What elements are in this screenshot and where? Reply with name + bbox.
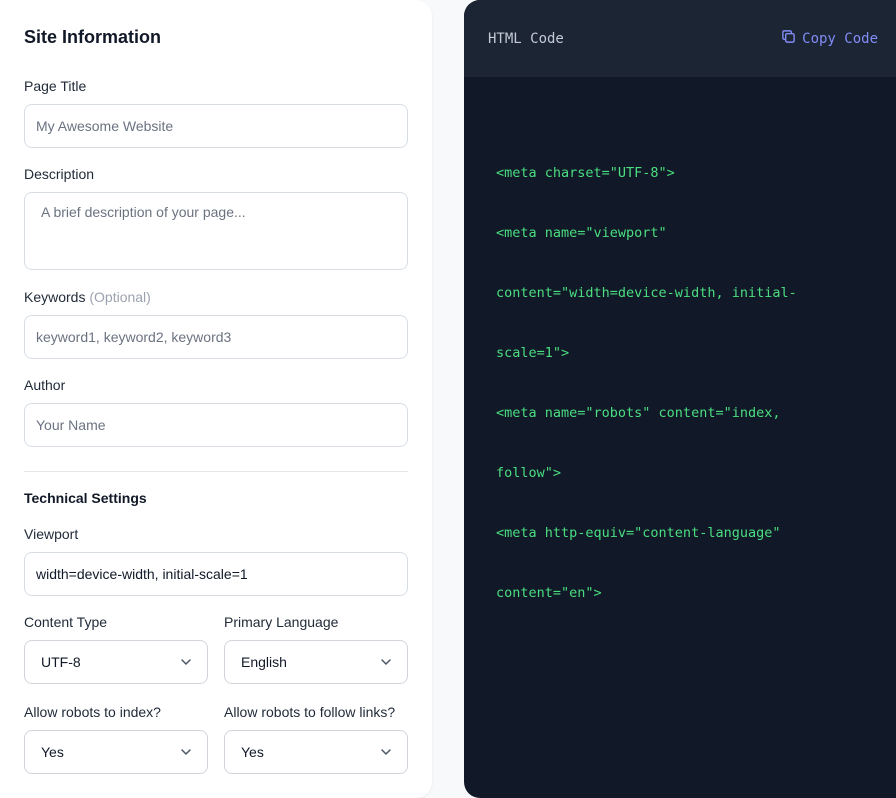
code-line: <meta name="robots" content="index, bbox=[496, 405, 781, 421]
robots-index-label: Allow robots to index? bbox=[24, 704, 161, 720]
copy-icon bbox=[781, 29, 796, 48]
code-panel-header: HTML Code Copy Code bbox=[464, 0, 896, 77]
copy-code-label: Copy Code bbox=[802, 30, 878, 47]
code-panel: HTML Code Copy Code <meta charset="UTF-8… bbox=[464, 0, 896, 798]
language-value: English bbox=[241, 654, 287, 670]
chevron-down-icon bbox=[381, 657, 391, 667]
content-type-label: Content Type bbox=[24, 614, 108, 630]
language-select[interactable]: English bbox=[224, 640, 408, 684]
section-divider bbox=[24, 471, 408, 472]
code-line: content="en"> bbox=[496, 585, 602, 601]
robots-index-select[interactable]: Yes bbox=[24, 730, 208, 774]
chevron-down-icon bbox=[181, 657, 191, 667]
code-line: <meta http-equiv="content-language" bbox=[496, 525, 781, 541]
chevron-down-icon bbox=[381, 747, 391, 757]
optional-hint: (Optional) bbox=[89, 289, 151, 305]
code-line: scale=1"> bbox=[496, 345, 570, 361]
code-line: <meta charset="UTF-8"> bbox=[496, 165, 675, 181]
author-label: Author bbox=[24, 377, 66, 393]
keywords-label: Keywords (Optional) bbox=[24, 289, 151, 305]
content-type-select[interactable]: UTF-8 bbox=[24, 640, 208, 684]
language-label: Primary Language bbox=[224, 614, 339, 630]
page-title-label: Page Title bbox=[24, 78, 87, 94]
robots-follow-label: Allow robots to follow links? bbox=[224, 704, 396, 720]
technical-settings-title: Technical Settings bbox=[24, 490, 147, 506]
description-label: Description bbox=[24, 166, 95, 182]
keywords-label-text: Keywords bbox=[24, 289, 86, 305]
viewport-label: Viewport bbox=[24, 526, 79, 542]
content-type-value: UTF-8 bbox=[41, 654, 81, 670]
code-panel-title: HTML Code bbox=[488, 30, 564, 47]
robots-follow-select[interactable]: Yes bbox=[224, 730, 408, 774]
site-info-form: Site Information Page Title Description … bbox=[0, 0, 432, 798]
chevron-down-icon bbox=[181, 747, 191, 757]
description-input[interactable] bbox=[24, 192, 408, 270]
robots-follow-value: Yes bbox=[241, 744, 264, 760]
code-line: <meta name="viewport" bbox=[496, 225, 667, 241]
code-line: follow"> bbox=[496, 465, 562, 481]
section-title: Site Information bbox=[24, 27, 162, 47]
page-title-input[interactable] bbox=[24, 104, 408, 148]
robots-index-value: Yes bbox=[41, 744, 64, 760]
copy-code-button[interactable]: Copy Code bbox=[781, 29, 878, 48]
code-line: content="width=device-width, initial- bbox=[496, 285, 797, 301]
viewport-input[interactable] bbox=[24, 552, 408, 596]
author-input[interactable] bbox=[24, 403, 408, 447]
code-output: <meta charset="UTF-8"> <meta name="viewp… bbox=[496, 123, 836, 643]
keywords-input[interactable] bbox=[24, 315, 408, 359]
